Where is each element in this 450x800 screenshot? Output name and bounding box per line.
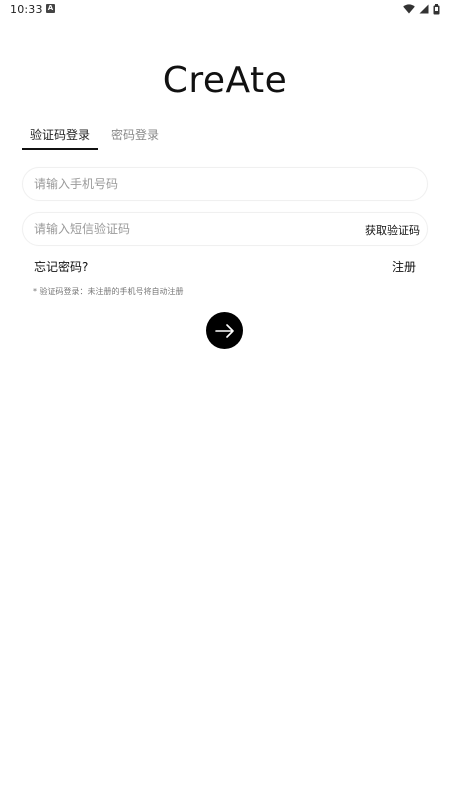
status-time: 10:33: [10, 3, 43, 16]
phone-field: [22, 167, 428, 201]
wifi-icon: [403, 4, 415, 14]
sms-code-input[interactable]: [34, 213, 334, 245]
notification-app-icon: A: [46, 4, 55, 13]
status-bar: 10:33 A: [0, 0, 450, 20]
battery-icon: [433, 3, 440, 14]
auto-register-hint: * 验证码登录：未注册的手机号将自动注册: [33, 287, 184, 296]
register-link[interactable]: 注册: [392, 258, 416, 275]
forgot-password-link[interactable]: 忘记密码?: [34, 258, 88, 275]
tab-sms-login[interactable]: 验证码登录: [22, 126, 98, 143]
phone-input[interactable]: [34, 168, 334, 200]
active-tab-indicator: [22, 148, 98, 150]
arrow-right-icon: [214, 323, 234, 338]
signal-icon: [419, 4, 429, 14]
tab-password-login[interactable]: 密码登录: [110, 126, 160, 143]
sms-code-field: 获取验证码: [22, 212, 428, 246]
submit-button[interactable]: [206, 312, 243, 349]
app-logo-title: CreAte: [162, 60, 288, 101]
status-icons: [403, 3, 440, 15]
get-code-button[interactable]: 获取验证码: [365, 222, 420, 238]
